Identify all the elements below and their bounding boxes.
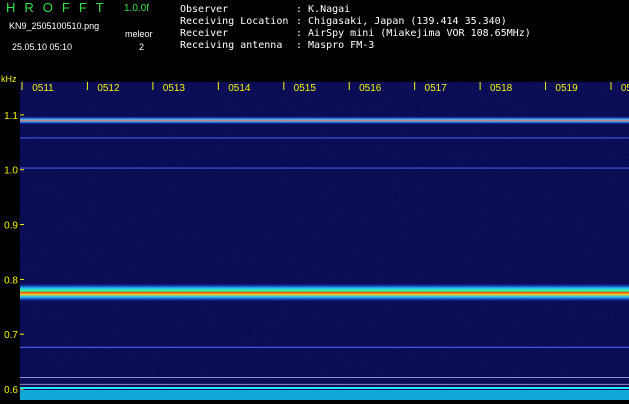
- header-panel: HROFFT 1.0.0f KN9_2505100510.png meleor …: [0, 0, 629, 74]
- receiver-value: : AirSpy mini (Miakejima VOR 108.65MHz): [296, 28, 531, 39]
- x-tick-label: 0518: [490, 83, 513, 94]
- x-tick-label: 0517: [425, 83, 448, 94]
- y-tick-label: 0.6: [4, 385, 18, 396]
- antenna-label: Receiving antenna: [180, 40, 283, 51]
- receiver-label: Receiver: [180, 28, 229, 39]
- y-tick-label: 0.7: [4, 330, 18, 341]
- filename-label: KN9_2505100510.png: [9, 21, 100, 31]
- x-tick-label: 0512: [97, 83, 120, 94]
- app-title: HROFFT: [6, 0, 113, 15]
- y-tick-label: 1.0: [4, 166, 18, 177]
- x-tick-label: 0514: [228, 83, 251, 94]
- antenna-value: : Maspro FM-3: [296, 40, 375, 51]
- spectrogram-svg: 0511 0512 0513 0514 0515 0516 0517 0518 0519 0520: [20, 82, 629, 400]
- datetime-label: 25.05.10 05:10: [12, 42, 73, 52]
- y-tick-label: 0.9: [4, 221, 18, 232]
- noise-texture: [20, 82, 629, 400]
- x-tick-label: 0511: [32, 83, 54, 94]
- bottom-noise-strip: [20, 390, 629, 400]
- frequency-band: [20, 283, 629, 302]
- channel-label: 2: [139, 42, 145, 52]
- location-label: Receiving Location: [180, 16, 289, 27]
- y-tick-label: 1.1: [4, 111, 18, 122]
- observer-value: : K.Nagai: [296, 4, 351, 15]
- x-tick-label: 0513: [163, 83, 186, 94]
- frequency-band: [20, 116, 629, 125]
- x-tick-label: 0520: [621, 83, 629, 94]
- y-axis-svg: 1.1 1.0 0.9 0.8 0.7 0.6: [4, 111, 18, 396]
- observer-label: Observer: [180, 4, 229, 15]
- spectrogram: 0511 0512 0513 0514 0515 0516 0517 0518 0519 0520…: [4, 82, 629, 400]
- y-tick-label: 0.8: [4, 275, 18, 286]
- x-tick-label: 0516: [359, 83, 382, 94]
- site-label: meleor: [125, 29, 153, 39]
- x-tick-label: 0515: [294, 83, 317, 94]
- x-tick-label: 0519: [555, 83, 578, 94]
- location-value: : Chigasaki, Japan (139.414 35.340): [296, 16, 507, 27]
- version-label: 1.0.0f: [124, 3, 150, 14]
